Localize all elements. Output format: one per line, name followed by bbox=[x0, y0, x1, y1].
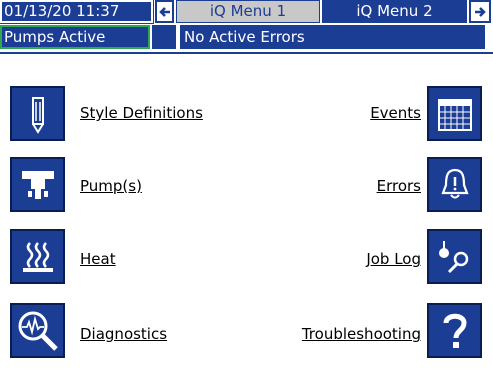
errors-label[interactable]: Errors bbox=[377, 177, 421, 195]
diagnostics-magnifier-icon bbox=[18, 311, 58, 351]
troubleshooting-label[interactable]: Troubleshooting bbox=[302, 325, 421, 343]
pencil-icon bbox=[31, 96, 44, 134]
events-button[interactable] bbox=[427, 86, 482, 141]
troubleshooting-button[interactable] bbox=[427, 303, 482, 358]
errors-button[interactable] bbox=[427, 157, 482, 212]
datetime-display: 01/13/20 11:37 bbox=[0, 0, 154, 24]
pumps-button[interactable] bbox=[10, 157, 65, 212]
job-log-label[interactable]: Job Log bbox=[366, 250, 421, 268]
tab-iq-menu-1[interactable]: iQ Menu 1 bbox=[176, 0, 320, 23]
heat-label[interactable]: Heat bbox=[80, 250, 116, 268]
prev-menu-arrow-icon[interactable] bbox=[155, 0, 174, 23]
alarm-bell-icon bbox=[440, 168, 469, 198]
pumps-label[interactable]: Pump(s) bbox=[80, 177, 142, 195]
diagnostics-button[interactable] bbox=[10, 303, 65, 358]
style-definitions-label[interactable]: Style Definitions bbox=[80, 104, 203, 122]
calendar-grid-icon bbox=[437, 98, 472, 131]
tab-iq-menu-2[interactable]: iQ Menu 2 bbox=[322, 0, 467, 23]
question-mark-icon bbox=[443, 313, 467, 348]
job-log-icon bbox=[438, 240, 468, 273]
header-divider bbox=[0, 52, 493, 54]
next-menu-arrow-icon[interactable] bbox=[469, 0, 491, 23]
heat-icon bbox=[22, 241, 53, 272]
status-indicator bbox=[152, 25, 176, 49]
style-definitions-button[interactable] bbox=[10, 86, 65, 141]
job-log-button[interactable] bbox=[427, 229, 482, 284]
pumps-status: Pumps Active bbox=[0, 25, 150, 49]
pump-icon bbox=[21, 170, 54, 199]
errors-status: No Active Errors bbox=[178, 25, 485, 49]
events-label[interactable]: Events bbox=[370, 104, 421, 122]
heat-button[interactable] bbox=[10, 229, 65, 284]
diagnostics-label[interactable]: Diagnostics bbox=[80, 325, 167, 343]
